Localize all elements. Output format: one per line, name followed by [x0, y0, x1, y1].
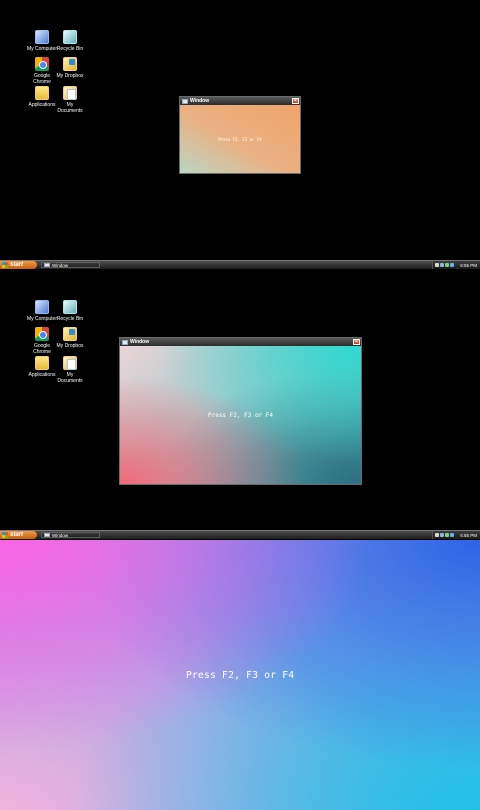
window-titlebar[interactable]: Window × — [120, 338, 361, 346]
taskbar-button-label: Window — [52, 533, 69, 538]
fullscreen-client-area[interactable]: Press F2, F3 or F4 — [0, 540, 480, 810]
clock[interactable]: 6:55 PM — [460, 263, 477, 268]
window-app-icon — [44, 263, 50, 267]
window-title: Window — [190, 98, 210, 104]
my-documents-desktop-icon[interactable]: My Documents — [54, 356, 86, 384]
taskbar-window-button[interactable]: Window — [41, 532, 100, 538]
taskbar-button-label: Window — [52, 263, 69, 268]
computer-icon — [35, 300, 49, 314]
taskbar: start Window 6:55 PM — [0, 530, 480, 539]
desktop-screen-1: My Computer Recycle Bin Google Chrome My… — [0, 0, 480, 270]
dropbox-desktop-icon[interactable]: My Dropbox — [54, 327, 86, 349]
computer-icon — [35, 30, 49, 44]
taskbar: start Window 6:55 PM — [0, 260, 480, 269]
recycle-bin-desktop-icon[interactable]: Recycle Bin — [54, 30, 86, 52]
windows-flag-icon — [2, 262, 8, 268]
app-window[interactable]: Window × Press F2, F3 or F4 — [119, 337, 362, 485]
start-label: start — [10, 532, 24, 538]
clock[interactable]: 6:55 PM — [460, 533, 477, 538]
my-documents-desktop-icon[interactable]: My Documents — [54, 86, 86, 114]
chrome-icon — [35, 327, 49, 341]
system-tray: 6:55 PM — [432, 531, 480, 539]
window-client-area[interactable]: Press F2, F3 or F4 — [180, 105, 300, 173]
dropbox-folder-icon — [63, 327, 77, 341]
windows-flag-icon — [2, 532, 8, 538]
folder-icon — [35, 86, 49, 100]
network-icon[interactable] — [435, 263, 439, 267]
icon-label: Recycle Bin — [56, 46, 84, 52]
dropbox-tray-icon[interactable] — [450, 533, 454, 537]
icon-label: My Documents — [57, 372, 83, 384]
app-window[interactable]: Window × Press F2, F3 or F4 — [179, 96, 301, 174]
close-button[interactable]: × — [292, 98, 299, 104]
window-titlebar[interactable]: Window × — [180, 97, 300, 105]
recycle-bin-icon — [63, 30, 77, 44]
close-button[interactable]: × — [353, 339, 360, 345]
dropbox-tray-icon[interactable] — [450, 263, 454, 267]
security-icon[interactable] — [445, 263, 449, 267]
security-icon[interactable] — [445, 533, 449, 537]
folder-icon — [35, 356, 49, 370]
window-app-icon — [122, 339, 128, 345]
window-message: Press F2, F3 or F4 — [218, 136, 262, 142]
start-button[interactable]: start — [0, 531, 37, 539]
chrome-icon — [35, 57, 49, 71]
window-title: Window — [130, 339, 150, 345]
system-tray: 6:55 PM — [432, 261, 480, 269]
start-button[interactable]: start — [0, 261, 37, 269]
volume-icon[interactable] — [440, 533, 444, 537]
desktop-screen-2: My Computer Recycle Bin Google Chrome My… — [0, 270, 480, 540]
documents-icon — [63, 86, 77, 100]
dropbox-desktop-icon[interactable]: My Dropbox — [54, 57, 86, 79]
icon-label: My Documents — [57, 102, 83, 114]
window-message: Press F2, F3 or F4 — [207, 411, 274, 419]
recycle-bin-icon — [63, 300, 77, 314]
documents-icon — [63, 356, 77, 370]
icon-label: My Dropbox — [56, 343, 84, 349]
dropbox-folder-icon — [63, 57, 77, 71]
taskbar-window-button[interactable]: Window — [41, 262, 100, 268]
recycle-bin-desktop-icon[interactable]: Recycle Bin — [54, 300, 86, 322]
network-icon[interactable] — [435, 533, 439, 537]
fullscreen-message: Press F2, F3 or F4 — [185, 669, 295, 681]
window-client-area[interactable]: Press F2, F3 or F4 — [120, 346, 361, 484]
window-app-icon — [44, 533, 50, 537]
volume-icon[interactable] — [440, 263, 444, 267]
icon-label: Recycle Bin — [56, 316, 84, 322]
window-app-icon — [182, 98, 188, 104]
fullscreen-screen: Press F2, F3 or F4 — [0, 540, 480, 810]
start-label: start — [10, 262, 24, 268]
icon-label: My Dropbox — [56, 73, 84, 79]
